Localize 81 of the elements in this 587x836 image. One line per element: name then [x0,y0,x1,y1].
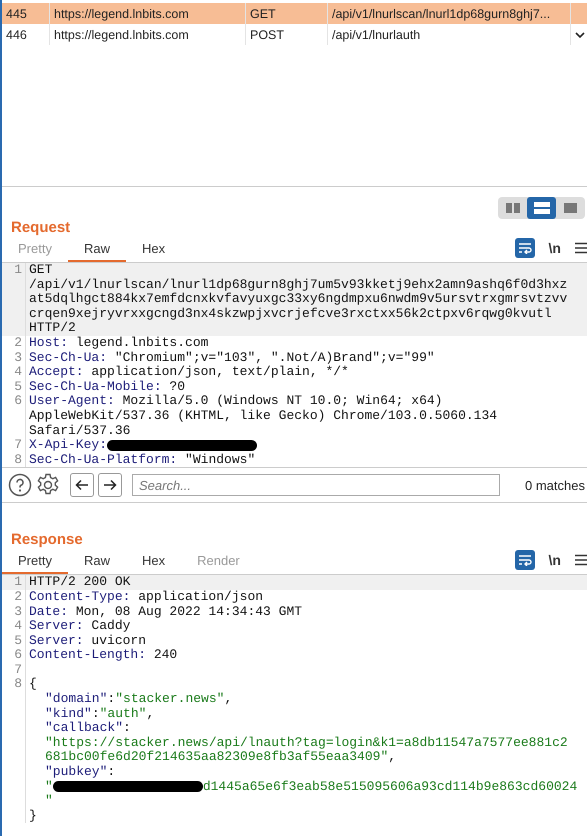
code-line: } [29,808,38,824]
line-number: 4 [2,619,26,634]
code-line: /api/v1/lnurlscan/lnurl1dp68gurn8ghj7um5v93kketj9ehx2amn9ashq6f0d3hxz [29,278,568,292]
code-line: " d1445a65e6f3eab58e515095606a93cd114b9e863cd60024 [44,780,578,794]
line-number: 2 [2,590,26,604]
split-rows-icon [534,202,550,214]
panel-title: Request [10,219,72,238]
line-number: 6 [2,394,26,438]
code-line: HTTP/2 [29,321,77,336]
line-number: 5 [2,634,26,648]
newline-toggle[interactable]: \n [544,552,565,568]
single-pane-icon [564,203,577,213]
code-line: X-Api-Key: [29,438,587,453]
line-number: 8 [2,677,26,824]
table-cell: GET [246,3,328,24]
code-line: Server: Caddy [29,619,132,634]
code-line: Host: legend.lnbits.com [29,336,210,351]
back-button[interactable] [70,473,94,498]
code-line: Content-Length: 240 [29,648,178,663]
arrow-left-icon [75,479,89,492]
table-cell: 446 [2,24,50,45]
code-line: "pubkey": [44,765,116,780]
table-cell: 445 [2,3,50,24]
tab[interactable]: Hex [126,550,182,574]
history-row[interactable]: 446 https://legend.lnbits.com POST /api/v1/lnurlauth [2,24,587,45]
code-line: AppleWebKit/537.36 (KHTML, like Gecko) Chrome/103.0.5060.134 [29,408,498,424]
history-row[interactable]: 445 https://legend.lnbits.com GET /api/v1/lnurlscan/lnurl1dp68gurn8ghj7... [2,3,587,24]
wrap-lines-button[interactable] [514,550,535,570]
code-line: crqen9xejryvrxxgcngd3nx4skzwpjxvcrjefcve3rxctxx56k2ctpxv6rqwg0kvutl [29,306,553,322]
search-field[interactable]: Search... [132,474,500,496]
code-line: "https://stacker.news/api/lnauth?tag=login&k1=a8db11547a7577ee881c2 [44,736,569,750]
forward-button[interactable] [98,473,122,498]
arrow-right-icon [103,479,117,492]
code-line: { [29,677,38,692]
code-line: User-Agent: Mozilla/5.0 (Windows NT 10.0; Win64; x64) [29,394,444,409]
table-cell: https://legend.lnbits.com [50,24,246,45]
code-line: Sec-Ch-Ua-Platform: "Windows" [29,452,256,468]
table-cell: /api/v1/lnurlauth [328,24,571,45]
code-line: Sec-Ch-Ua-Mobile: ?0 [29,380,186,394]
line-number: 7 [2,662,26,678]
line-number: 7 [2,438,26,453]
tab[interactable]: Raw [68,550,126,574]
code-line: Safari/537.36 [29,424,132,438]
line-number: 1 [2,263,26,336]
code-line: " [44,794,54,809]
tab[interactable]: Hex [126,238,182,262]
line-number: 1 [2,575,26,590]
table-cell: POST [246,24,328,45]
code-line: "kind":"auth", [44,706,156,722]
code-line: Accept: application/json, text/plain, */* [29,365,350,380]
code-line: at5dqlhgct884kx7emfdcnxkvfavyuxgc33xy6ngdmpxu6nwdm9v5ursvtrxgmrsvtzvv [29,292,568,307]
layout-button[interactable] [527,197,556,219]
match-count: 0 matches [525,478,586,493]
code-line: "domain":"stacker.news", [44,692,234,707]
wrap-icon [518,554,532,566]
line-number: 6 [2,648,26,663]
newline-toggle[interactable]: \n [544,240,565,256]
line-number: 8 [2,452,26,468]
line-number: 4 [2,365,26,380]
code-line: 681bc00fe6d20f214635aa82309e8fb3af55eaa3409", [44,750,398,766]
line-number: 3 [2,350,26,366]
split-columns-icon [506,203,520,213]
line-number: 2 [2,336,26,351]
help-icon[interactable] [8,473,32,498]
code-line: GET [29,263,54,278]
line-number: 3 [2,604,26,620]
code-line: Content-Type: application/json [29,590,264,604]
panel-title: Response [10,530,84,550]
menu-icon[interactable] [575,554,587,566]
code-line: Server: uvicorn [29,634,148,648]
line-number: 5 [2,380,26,394]
table-cell: https://legend.lnbits.com [50,3,246,24]
chevron-down-icon[interactable] [575,30,585,38]
wrap-lines-button[interactable] [514,238,535,258]
menu-icon[interactable] [575,242,587,254]
code-line: Sec-Ch-Ua: "Chromium";v="103", ".Not/A)Brand";v="99" [29,350,436,366]
code-line: Date: Mon, 08 Aug 2022 14:34:43 GMT [29,604,304,620]
code-line: "callback": [44,721,132,736]
table-cell: /api/v1/lnurlscan/lnurl1dp68gurn8ghj7... [328,3,571,24]
wrap-icon [518,242,532,254]
code-line: HTTP/2 200 OK [29,575,132,590]
